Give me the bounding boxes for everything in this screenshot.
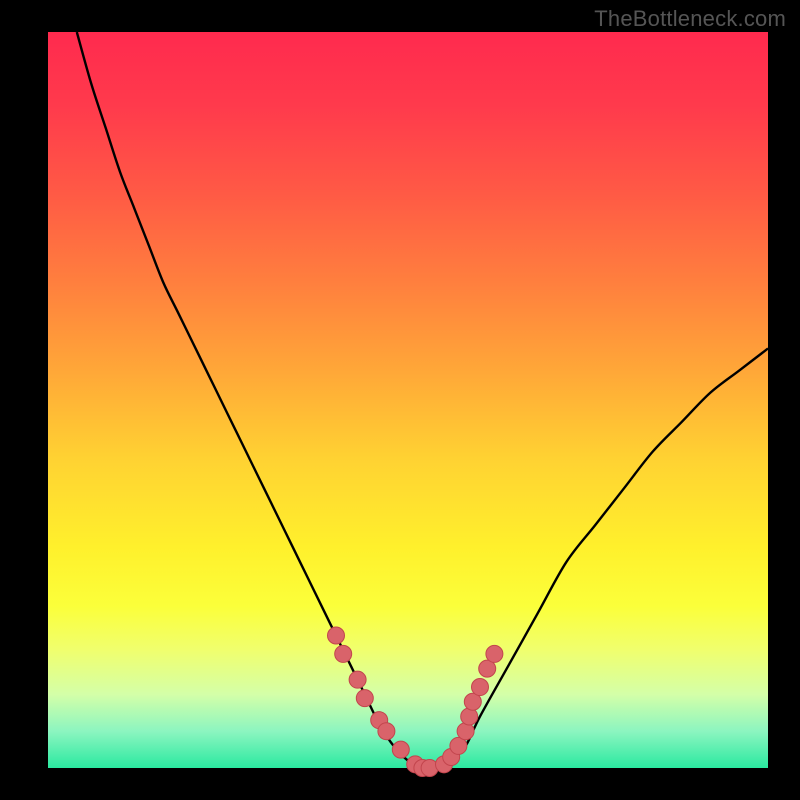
marker-point: [356, 690, 373, 707]
marker-point: [461, 708, 478, 725]
marker-point: [457, 723, 474, 740]
watermark-text: TheBottleneck.com: [594, 6, 786, 32]
chart-stage: TheBottleneck.com: [0, 0, 800, 800]
plot-area: [48, 32, 768, 768]
marker-point: [486, 645, 503, 662]
chart-svg: [48, 32, 768, 768]
highlight-markers: [328, 627, 503, 776]
marker-point: [472, 679, 489, 696]
marker-point: [392, 741, 409, 758]
marker-point: [378, 723, 395, 740]
bottleneck-curve: [77, 32, 768, 769]
marker-point: [328, 627, 345, 644]
marker-point: [349, 671, 366, 688]
marker-point: [335, 645, 352, 662]
